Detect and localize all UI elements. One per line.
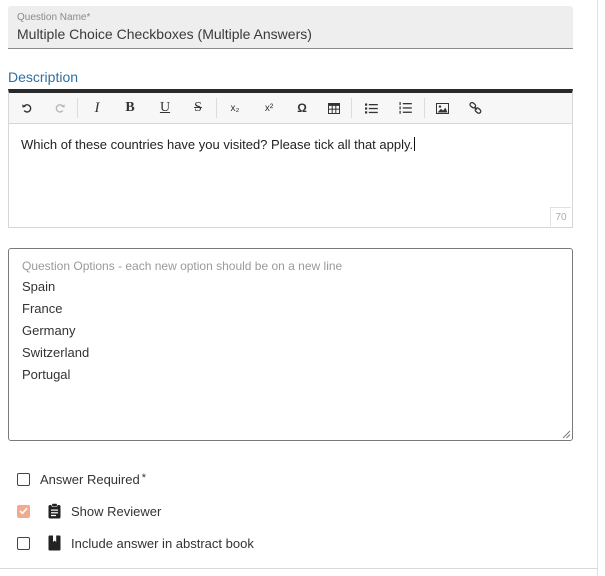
option-line: France <box>22 301 63 316</box>
undo-button[interactable] <box>16 98 38 118</box>
include-abstract-label: Include answer in abstract book <box>71 535 254 551</box>
toolbar-separator <box>216 98 217 118</box>
resize-handle-icon[interactable] <box>561 429 571 439</box>
image-button[interactable] <box>431 98 453 118</box>
special-char-button[interactable]: Ω <box>291 98 313 118</box>
bold-button[interactable]: B <box>119 98 141 118</box>
options-list: Spain France Germany Switzerland Portuga… <box>22 279 89 389</box>
answer-required-row: Answer Required * <box>17 470 146 488</box>
include-abstract-checkbox[interactable] <box>17 536 30 550</box>
option-line: Portugal <box>22 367 71 382</box>
numbered-list-button[interactable] <box>394 98 416 118</box>
subscript-button[interactable]: x₂ <box>224 98 246 118</box>
table-button[interactable] <box>323 98 345 118</box>
italic-button[interactable]: I <box>86 98 108 118</box>
text-caret <box>414 137 416 151</box>
underline-icon: U <box>159 100 171 115</box>
option-line: Germany <box>22 323 76 338</box>
superscript-icon: x² <box>264 102 274 114</box>
bullet-list-button[interactable] <box>360 98 382 118</box>
toolbar-separator <box>77 98 78 118</box>
panel-right-border <box>597 0 598 576</box>
undo-icon <box>22 104 32 113</box>
image-icon <box>435 102 449 114</box>
underline-button[interactable]: U <box>154 98 176 118</box>
question-name-field[interactable]: Question Name* Multiple Choice Checkboxe… <box>8 6 573 49</box>
redo-icon <box>55 104 65 113</box>
superscript-button[interactable]: x² <box>258 98 280 118</box>
subscript-icon: x₂ <box>230 102 240 114</box>
description-label: Description <box>8 69 79 85</box>
show-reviewer-row: Show Reviewer <box>17 502 161 520</box>
question-name-label: Question Name* <box>17 12 91 23</box>
description-editor: I B U S x₂ x² Ω Which of these countries… <box>8 89 573 228</box>
answer-required-label: Answer Required * <box>40 472 146 487</box>
link-button[interactable] <box>464 98 486 118</box>
editor-toolbar: I B U S x₂ x² Ω <box>9 93 572 124</box>
checkmark-icon <box>19 507 28 515</box>
bold-icon: B <box>125 100 135 115</box>
panel-bottom-border <box>0 568 598 569</box>
strikethrough-icon: S <box>194 100 202 115</box>
toolbar-separator <box>351 98 352 118</box>
redo-button[interactable] <box>49 98 71 118</box>
numbered-list-icon <box>399 102 412 114</box>
show-reviewer-label: Show Reviewer <box>71 503 162 519</box>
option-line: Spain <box>22 279 56 294</box>
italic-icon: I <box>94 99 100 116</box>
omega-icon: Ω <box>297 101 307 115</box>
bullet-list-icon <box>364 103 378 113</box>
show-reviewer-checkbox[interactable] <box>17 504 30 518</box>
character-count: 70 <box>550 207 571 226</box>
option-line: Switzerland <box>22 345 90 360</box>
question-name-input[interactable]: Multiple Choice Checkboxes (Multiple Ans… <box>17 26 312 42</box>
table-icon <box>328 102 340 114</box>
clipboard-icon <box>48 503 61 519</box>
answer-required-checkbox[interactable] <box>17 472 30 486</box>
strikethrough-button[interactable]: S <box>187 98 209 118</box>
answer-required-text: Answer Required <box>40 471 140 487</box>
book-icon <box>48 535 61 551</box>
toolbar-separator <box>424 98 425 118</box>
required-star: * <box>141 471 146 484</box>
options-placeholder: Question Options - each new option shoul… <box>22 259 343 273</box>
link-icon <box>468 102 481 114</box>
question-options-textarea[interactable]: Question Options - each new option shoul… <box>8 248 573 441</box>
include-abstract-row: Include answer in abstract book <box>17 534 254 552</box>
description-text: Which of these countries have you visite… <box>21 137 414 152</box>
description-text-area[interactable]: Which of these countries have you visite… <box>21 137 562 152</box>
